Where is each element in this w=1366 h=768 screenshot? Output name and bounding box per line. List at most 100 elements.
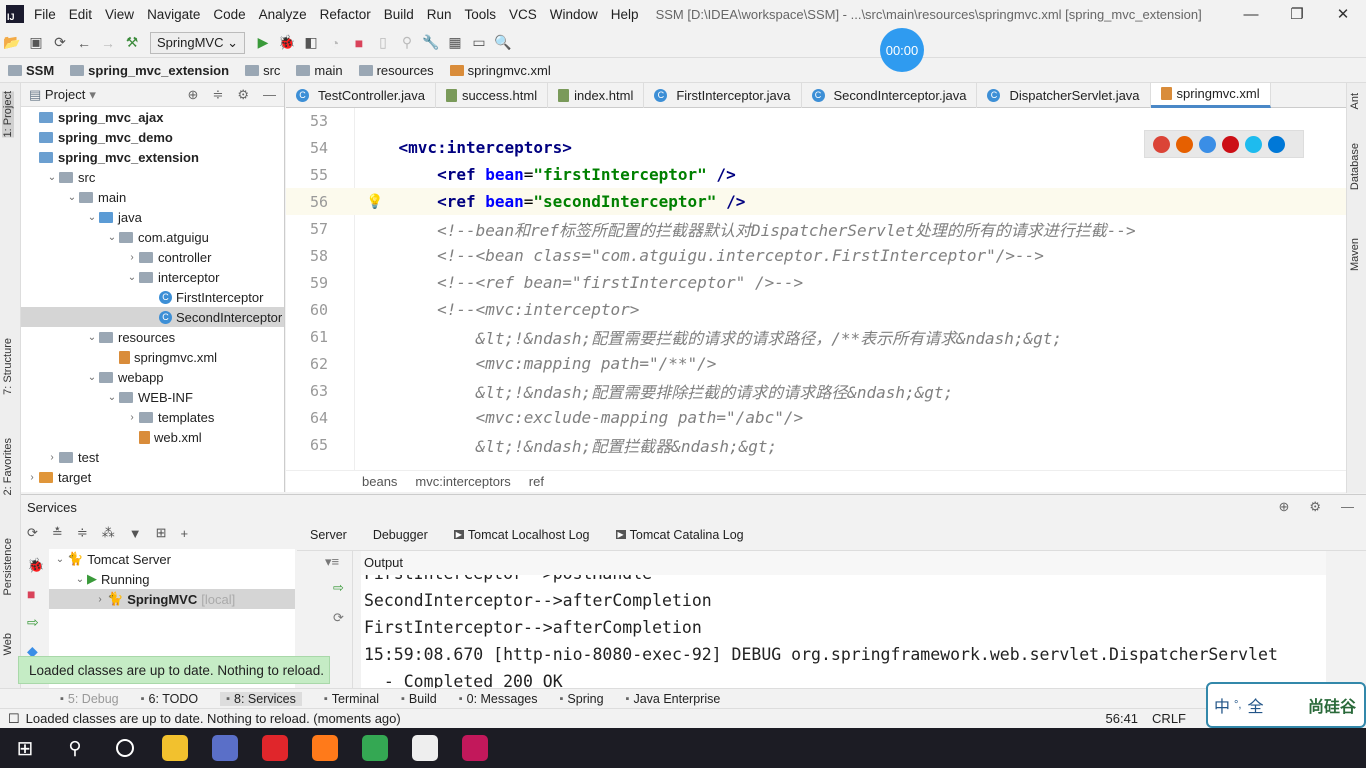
deploy-icon[interactable]: ⇨ [27, 614, 44, 631]
ime-width[interactable]: 全 [1247, 693, 1263, 717]
tree-item[interactable]: spring_mvc_ajax [21, 107, 284, 127]
tool-ant[interactable]: Ant [1349, 93, 1361, 110]
editor-crumb[interactable]: beans [362, 474, 397, 489]
chevron-down-icon[interactable]: ⌄ [85, 332, 99, 343]
gear-icon[interactable]: ⚙ [237, 87, 249, 103]
editor-tab[interactable]: C SecondInterceptor.java [802, 82, 978, 108]
tool-maven[interactable]: Maven [1349, 238, 1361, 271]
refresh-icon[interactable]: ⟳ [27, 525, 38, 541]
save-icon[interactable]: ▣ [24, 34, 48, 51]
tool-tab[interactable]: ▪ 8: Services [220, 691, 302, 706]
globe-icon[interactable]: ⊕ [1278, 499, 1289, 515]
service-tab[interactable]: Debugger [360, 528, 441, 542]
taskbar-cortana[interactable] [100, 728, 150, 768]
menu-view[interactable]: View [105, 7, 134, 22]
tree-item[interactable]: › controller [21, 247, 284, 267]
tree-item[interactable]: springmvc.xml [21, 347, 284, 367]
editor-tab[interactable]: index.html [548, 82, 645, 108]
menu-refactor[interactable]: Refactor [320, 7, 371, 22]
chevron-down-icon[interactable]: ⌄ [105, 392, 119, 403]
tree-item[interactable]: › templates [21, 407, 284, 427]
service-item[interactable]: › 🐈 SpringMVC [local] [49, 589, 295, 609]
tree-item[interactable]: › test [21, 447, 284, 467]
vcs-icon[interactable]: ▯ [371, 34, 395, 51]
editor-crumb[interactable]: ref [529, 474, 544, 489]
service-tab[interactable]: Server [297, 528, 360, 542]
expand-all-icon[interactable]: ≛ [52, 525, 63, 541]
reload-notification[interactable]: Loaded classes are up to date. Nothing t… [18, 656, 330, 684]
firefox-icon[interactable] [1176, 135, 1193, 153]
taskbar-firefox[interactable] [300, 728, 350, 768]
service-tab[interactable]: ▶ Tomcat Localhost Log [441, 528, 603, 542]
debug-service-icon[interactable]: 🐞 [27, 557, 44, 574]
project-view-select[interactable]: Project [45, 87, 85, 102]
nav-crumb[interactable]: src [245, 63, 280, 78]
editor-tab[interactable]: C FirstInterceptor.java [644, 82, 802, 108]
taskbar-app-yellow[interactable] [150, 728, 200, 768]
menu-file[interactable]: File [34, 7, 56, 22]
nav-crumb[interactable]: main [296, 63, 343, 78]
tree-item[interactable]: ⌄ webapp [21, 367, 284, 387]
status-toggle-icon[interactable]: ☐ [8, 711, 20, 727]
tree-item[interactable]: ⌄ resources [21, 327, 284, 347]
run-icon[interactable]: ▶ [251, 34, 275, 51]
coverage-icon[interactable]: ◧ [299, 34, 323, 51]
editor-tab[interactable]: C TestController.java [286, 82, 436, 108]
chevron-right-icon[interactable]: › [125, 412, 139, 423]
stop-icon[interactable]: ■ [347, 35, 371, 51]
nav-crumb[interactable]: resources [358, 63, 434, 78]
tool-tab[interactable]: ▪ Java Enterprise [626, 692, 721, 706]
tool-database[interactable]: Database [1349, 143, 1361, 190]
chevron-down-icon[interactable]: ⌄ [45, 172, 59, 183]
safari-icon[interactable] [1199, 135, 1216, 153]
tool-tab[interactable]: ▪ 0: Messages [459, 692, 538, 706]
tree-item[interactable]: spring_mvc_extension [21, 147, 284, 167]
menu-navigate[interactable]: Navigate [147, 7, 200, 22]
ime-widget[interactable]: 中 °, 全 尚硅谷 [1206, 682, 1366, 728]
chevron-right-icon[interactable]: › [93, 594, 107, 605]
profile-icon[interactable]: ◔ [323, 35, 347, 51]
chevron-down-icon[interactable]: ⌄ [53, 554, 67, 565]
ime-lang[interactable]: 中 [1214, 693, 1230, 717]
minimize-button[interactable]: — [1228, 6, 1274, 23]
tool-project[interactable]: 1: Project [2, 91, 14, 138]
add-icon[interactable]: + [181, 526, 189, 541]
caret-position[interactable]: 56:41 [1106, 711, 1139, 726]
tool-persistence[interactable]: Persistence [2, 538, 14, 595]
collapse-all-icon[interactable]: ≑ [212, 87, 223, 103]
maximize-button[interactable]: ❐ [1274, 5, 1320, 23]
menu-tools[interactable]: Tools [465, 7, 497, 22]
taskbar-search[interactable]: ⚲ [50, 728, 100, 768]
chevron-down-icon[interactable]: ⌄ [73, 574, 87, 585]
hide-icon[interactable]: — [263, 87, 276, 103]
menu-edit[interactable]: Edit [69, 7, 92, 22]
chevron-down-icon[interactable]: ⌄ [125, 272, 139, 283]
editor-tab[interactable]: springmvc.xml [1150, 82, 1271, 108]
rerun-icon[interactable]: ⇨ [297, 570, 352, 596]
output-console[interactable]: FirstInterceptor-->postHandle SecondInter… [361, 575, 1326, 689]
chevron-down-icon[interactable]: ⌄ [65, 192, 79, 203]
settings-wrench-icon[interactable]: 🔧 [419, 34, 443, 51]
chevron-down-icon[interactable]: ⌄ [85, 372, 99, 383]
output-menu-icon[interactable]: ▾≡ [297, 551, 352, 570]
code-editor[interactable]: 53 54 <mvc:interceptors> 55 <ref bean="fir… [286, 108, 1346, 470]
tree-item[interactable]: C SecondInterceptor [21, 307, 284, 327]
tool-tab[interactable]: ▪ 5: Debug [60, 692, 119, 706]
open-folder-icon[interactable]: 📂 [0, 34, 24, 51]
taskbar-app-blue[interactable] [200, 728, 250, 768]
project-structure-icon[interactable]: ▦ [443, 34, 467, 51]
taskbar-chrome[interactable] [350, 728, 400, 768]
menu-window[interactable]: Window [550, 7, 598, 22]
back-icon[interactable]: ← [72, 35, 96, 51]
tree-item[interactable]: ⌄ java [21, 207, 284, 227]
build-hammer-icon[interactable]: ⚒ [120, 34, 144, 51]
tree-item[interactable]: spring_mvc_demo [21, 127, 284, 147]
service-tab[interactable]: ▶ Tomcat Catalina Log [603, 528, 757, 542]
ime-punct[interactable]: °, [1234, 699, 1241, 711]
tool-favorites[interactable]: 2: Favorites [2, 438, 14, 495]
nav-crumb[interactable]: spring_mvc_extension [70, 63, 229, 78]
nav-crumb[interactable]: springmvc.xml [449, 63, 551, 78]
menu-run[interactable]: Run [427, 7, 452, 22]
tree-item[interactable]: ⌄ com.atguigu [21, 227, 284, 247]
taskbar-intellij[interactable] [450, 728, 500, 768]
